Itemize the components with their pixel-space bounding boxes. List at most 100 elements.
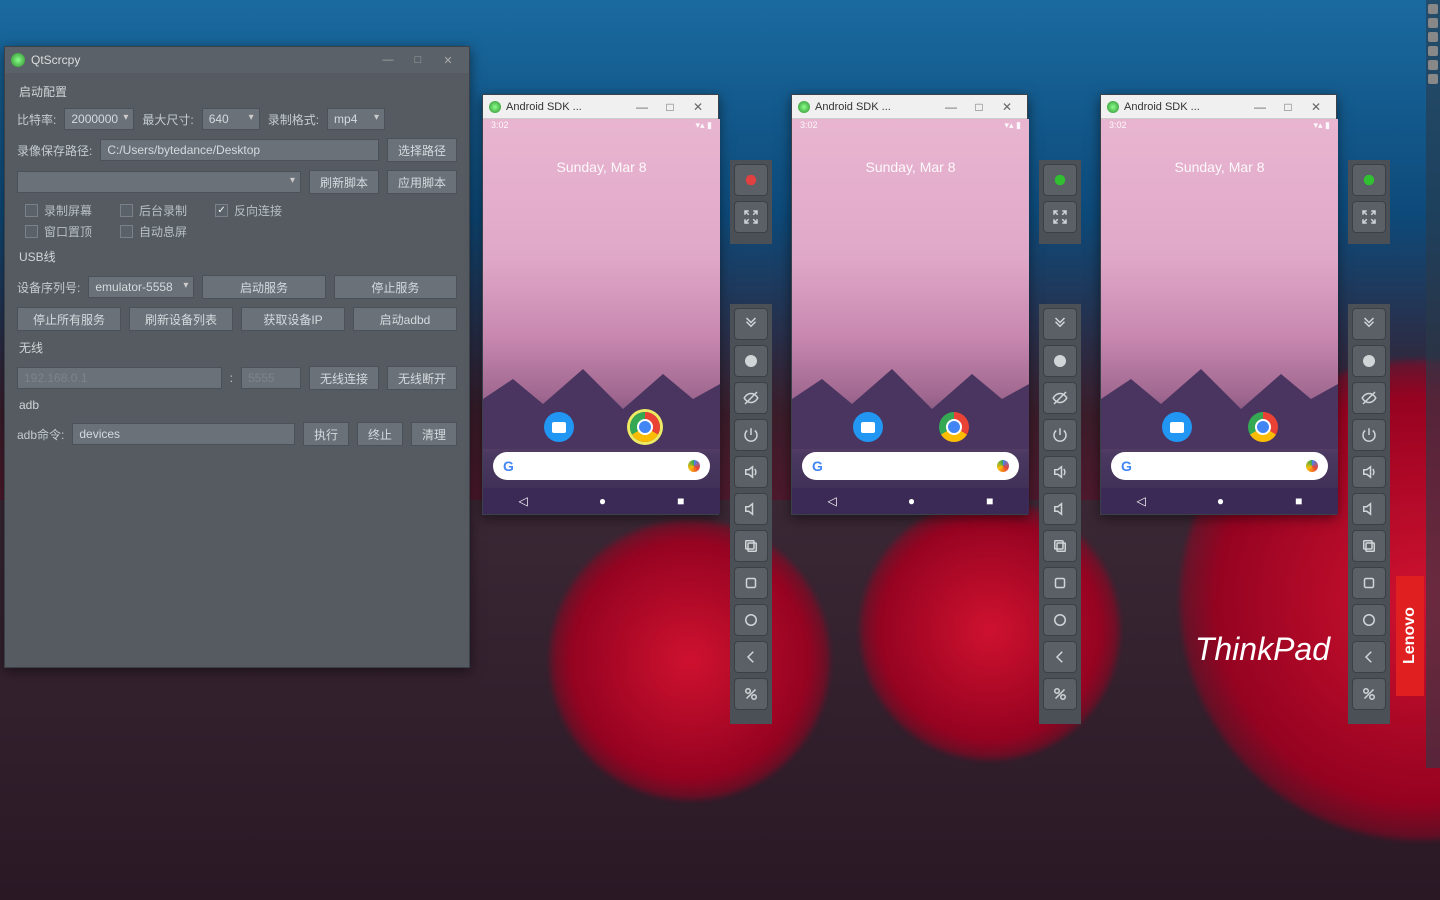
phone-screen[interactable]: 3:02 ▾▴ ▮ Sunday, Mar 8 G ◁ ● ■: [483, 119, 720, 514]
serial-combo[interactable]: emulator-5558: [88, 276, 194, 298]
back-button[interactable]: ◁: [828, 494, 837, 508]
clear-button[interactable]: 清理: [411, 422, 457, 446]
screenshot-button[interactable]: [1043, 678, 1077, 710]
maximize-button[interactable]: □: [656, 100, 684, 114]
maxsize-combo[interactable]: 640: [202, 108, 260, 130]
adb-cmd-input[interactable]: devices: [72, 423, 295, 445]
app-switch-button[interactable]: [734, 567, 768, 599]
recent-button[interactable]: ■: [677, 494, 684, 508]
app-switch-button[interactable]: [1043, 567, 1077, 599]
recent-button[interactable]: ■: [1295, 494, 1302, 508]
fullscreen-button[interactable]: [734, 201, 768, 233]
screen-off-button[interactable]: [1352, 382, 1386, 414]
back-button[interactable]: [1043, 641, 1077, 673]
bitrate-combo[interactable]: 2000000: [64, 108, 134, 130]
power-button[interactable]: [1043, 419, 1077, 451]
topmost-checkbox[interactable]: 窗口置顶: [25, 223, 92, 240]
minimize-button[interactable]: —: [1246, 100, 1274, 114]
fullscreen-button[interactable]: [1043, 201, 1077, 233]
app-switch-button[interactable]: [1352, 567, 1386, 599]
get-ip-button[interactable]: 获取设备IP: [241, 307, 345, 331]
record-toggle-button[interactable]: [1043, 164, 1077, 196]
choose-path-button[interactable]: 选择路径: [387, 138, 457, 162]
bg-record-checkbox[interactable]: 后台录制: [120, 202, 187, 219]
close-button[interactable]: ✕: [684, 100, 712, 114]
volume-up-button[interactable]: [1352, 456, 1386, 488]
minimize-button[interactable]: —: [628, 100, 656, 114]
assistant-icon[interactable]: [997, 460, 1009, 472]
chrome-app-icon[interactable]: [939, 412, 969, 442]
home-button[interactable]: ●: [908, 494, 915, 508]
start-service-button[interactable]: 启动服务: [202, 275, 325, 299]
minimize-button[interactable]: —: [937, 100, 965, 114]
copy-button[interactable]: [1043, 530, 1077, 562]
autooff-checkbox[interactable]: 自动息屏: [120, 223, 187, 240]
maximize-button[interactable]: □: [1274, 100, 1302, 114]
phone-titlebar[interactable]: Android SDK ... — □ ✕: [792, 95, 1027, 119]
back-button[interactable]: [1352, 641, 1386, 673]
menu-button[interactable]: [734, 604, 768, 636]
volume-up-button[interactable]: [1043, 456, 1077, 488]
back-button[interactable]: ◁: [519, 494, 528, 508]
assistant-icon[interactable]: [688, 460, 700, 472]
screen-off-button[interactable]: [1043, 382, 1077, 414]
copy-button[interactable]: [1352, 530, 1386, 562]
back-button[interactable]: ◁: [1137, 494, 1146, 508]
stop-service-button[interactable]: 停止服务: [334, 275, 457, 299]
minimize-button[interactable]: —: [373, 50, 403, 70]
back-button[interactable]: [734, 641, 768, 673]
screenshot-button[interactable]: [1352, 678, 1386, 710]
home-button[interactable]: [1043, 345, 1077, 377]
recent-button[interactable]: ■: [986, 494, 993, 508]
adb-output[interactable]: [17, 456, 457, 586]
home-button[interactable]: [734, 345, 768, 377]
home-button[interactable]: ●: [599, 494, 606, 508]
chrome-app-icon[interactable]: [630, 412, 660, 442]
messages-app-icon[interactable]: [544, 412, 574, 442]
script-combo[interactable]: [17, 171, 301, 193]
assistant-icon[interactable]: [1306, 460, 1318, 472]
phone-titlebar[interactable]: Android SDK ... — □ ✕: [483, 95, 718, 119]
maximize-button[interactable]: □: [965, 100, 993, 114]
start-adbd-button[interactable]: 启动adbd: [353, 307, 457, 331]
power-button[interactable]: [1352, 419, 1386, 451]
volume-down-button[interactable]: [1043, 493, 1077, 525]
messages-app-icon[interactable]: [853, 412, 883, 442]
chrome-app-icon[interactable]: [1248, 412, 1278, 442]
google-search-bar[interactable]: G: [802, 452, 1019, 480]
refresh-script-button[interactable]: 刷新脚本: [309, 170, 379, 194]
menu-button[interactable]: [1352, 604, 1386, 636]
fullscreen-button[interactable]: [1352, 201, 1386, 233]
copy-button[interactable]: [734, 530, 768, 562]
wifi-ip-input[interactable]: 192.168.0.1: [17, 367, 222, 389]
expand-panel-button[interactable]: [1043, 308, 1077, 340]
screen-off-button[interactable]: [734, 382, 768, 414]
dock-items[interactable]: [1428, 4, 1438, 88]
close-button[interactable]: ✕: [1302, 100, 1330, 114]
phone-titlebar[interactable]: Android SDK ... — □ ✕: [1101, 95, 1336, 119]
expand-panel-button[interactable]: [1352, 308, 1386, 340]
wifi-disconnect-button[interactable]: 无线断开: [387, 366, 457, 390]
expand-panel-button[interactable]: [734, 308, 768, 340]
close-button[interactable]: ✕: [993, 100, 1021, 114]
record-screen-checkbox[interactable]: 录制屏幕: [25, 202, 92, 219]
power-button[interactable]: [734, 419, 768, 451]
wifi-port-input[interactable]: 5555: [241, 367, 301, 389]
close-button[interactable]: ✕: [433, 50, 463, 70]
volume-up-button[interactable]: [734, 456, 768, 488]
exec-button[interactable]: 执行: [303, 422, 349, 446]
record-toggle-button[interactable]: [1352, 164, 1386, 196]
google-search-bar[interactable]: G: [1111, 452, 1328, 480]
google-search-bar[interactable]: G: [493, 452, 710, 480]
maximize-button[interactable]: □: [403, 50, 433, 70]
titlebar[interactable]: QtScrcpy — □ ✕: [5, 47, 469, 73]
phone-screen[interactable]: 3:02 ▾▴ ▮ Sunday, Mar 8 G ◁ ● ■: [1101, 119, 1338, 514]
recpath-input[interactable]: C:/Users/bytedance/Desktop: [100, 139, 379, 161]
home-button[interactable]: [1352, 345, 1386, 377]
messages-app-icon[interactable]: [1162, 412, 1192, 442]
terminate-button[interactable]: 终止: [357, 422, 403, 446]
reverse-conn-checkbox[interactable]: 反向连接: [215, 202, 282, 219]
volume-down-button[interactable]: [1352, 493, 1386, 525]
stop-all-button[interactable]: 停止所有服务: [17, 307, 121, 331]
apply-script-button[interactable]: 应用脚本: [387, 170, 457, 194]
